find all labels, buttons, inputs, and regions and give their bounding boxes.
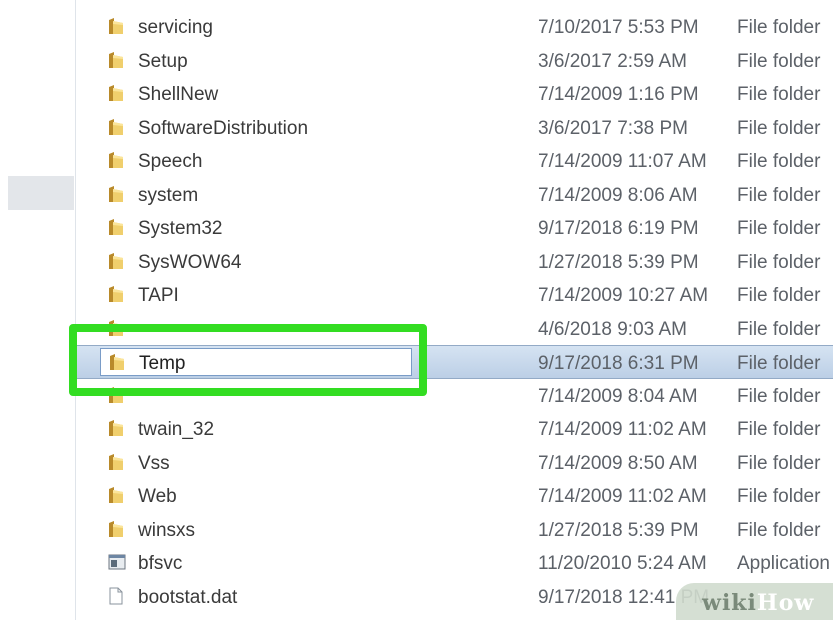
file-date-modified: 9/17/2018 6:19 PM [538,218,699,239]
file-date-modified: 7/14/2009 8:06 AM [538,184,698,206]
file-row[interactable]: TAPI 7/14/2009 10:27 AM File folder [76,278,833,312]
folder-icon [108,51,124,69]
file-name: system [138,184,199,206]
file-date-modified: 7/14/2009 11:02 AM [538,419,707,440]
file-type: File folder [737,251,821,273]
file-date-modified: 7/14/2009 8:04 AM [538,385,698,407]
folder-icon [108,453,124,471]
file-row[interactable]: twain_32 7/14/2009 11:02 AM File folder [76,412,833,446]
folder-icon [108,520,124,538]
file-name: Web [138,486,177,507]
file-type: File folder [737,285,821,306]
file-type: File folder [737,218,821,239]
navigation-pane[interactable] [0,0,76,620]
file-type: File folder [737,353,821,374]
file-type: File folder [737,318,821,340]
file-type: File folder [737,419,821,440]
file-name: TAPI [138,285,179,306]
folder-icon [108,486,124,504]
rename-field[interactable]: Temp [100,348,412,376]
folder-icon [108,285,124,303]
file-type: File folder [737,117,821,139]
folder-icon [108,185,124,203]
folder-icon [108,218,124,236]
file-type: File folder [737,519,821,541]
file-type: File folder [737,385,821,407]
file-type: File folder [737,151,821,172]
folder-icon [108,118,124,136]
navigation-selected-item[interactable] [8,176,74,210]
file-name: SysWOW64 [138,251,242,273]
folder-icon [108,419,124,437]
file-date-modified: 4/6/2018 9:03 AM [538,318,687,340]
file-name: twain_32 [138,419,215,440]
file-row[interactable]: system 7/14/2009 8:06 AM File folder [76,178,833,212]
file-row[interactable]: servicing 7/10/2017 5:53 PM File folder [76,10,833,44]
file-list: servicing 7/10/2017 5:53 PM File folder Set… [76,10,833,613]
file-type: Application [737,553,830,574]
file-date-modified: 11/20/2010 5:24 AM [538,553,707,574]
file-name: Speech [138,151,203,172]
file-name: Setup [138,50,188,72]
file-type: File folder [737,50,821,72]
file-date-modified: 7/14/2009 11:07 AM [538,151,707,172]
folder-icon [108,17,124,35]
file-type: File folder [737,452,821,474]
folder-icon [108,151,124,169]
file-row[interactable]: Web 7/14/2009 11:02 AM File folder [76,479,833,513]
file-type: File folder [737,84,821,105]
file-date-modified: 3/6/2017 7:38 PM [538,117,688,139]
file-icon [108,587,124,605]
wikihow-watermark: wikiHow [702,590,815,616]
file-name: servicing [138,17,213,38]
file-date-modified: 9/17/2018 6:31 PM [538,353,699,374]
file-date-modified: 7/14/2009 1:16 PM [538,84,699,105]
file-date-modified: 7/14/2009 10:27 AM [538,285,709,306]
file-name: ShellNew [138,84,219,105]
file-row[interactable]: 7/14/2009 8:04 AM File folder [76,379,833,413]
file-row[interactable]: Vss 7/14/2009 8:50 AM File folder [76,446,833,480]
folder-icon [108,252,124,270]
file-name: System32 [138,218,223,239]
file-date-modified: 1/27/2018 5:39 PM [538,519,699,541]
file-row[interactable]: ShellNew 7/14/2009 1:16 PM File folder [76,77,833,111]
folder-icon [108,386,124,404]
file-row[interactable]: 4/6/2018 9:03 AM File folder [76,312,833,346]
file-name: SoftwareDistribution [138,117,309,139]
file-date-modified: 7/14/2009 8:50 AM [538,452,698,474]
file-date-modified: 1/27/2018 5:39 PM [538,251,699,273]
file-date-modified: 7/14/2009 11:02 AM [538,486,707,507]
file-name: Temp [139,353,186,374]
file-name: Vss [138,452,170,474]
application-icon [108,553,126,571]
file-row[interactable]: SysWOW64 1/27/2018 5:39 PM File folder [76,245,833,279]
file-row[interactable]: System32 9/17/2018 6:19 PM File folder [76,211,833,245]
file-type: File folder [737,17,821,38]
file-type: File folder [737,486,821,507]
file-row[interactable]: bfsvc 11/20/2010 5:24 AM Application [76,546,833,580]
file-name: bfsvc [138,553,183,574]
file-date-modified: 7/10/2017 5:53 PM [538,17,699,38]
folder-icon [108,84,124,102]
file-row-selected[interactable]: Temp 9/17/2018 6:31 PM File folder [76,345,833,379]
file-row[interactable]: SoftwareDistribution 3/6/2017 7:38 PM File… [76,111,833,145]
folder-icon [109,353,125,371]
file-name: winsxs [138,519,196,541]
file-row[interactable]: winsxs 1/27/2018 5:39 PM File folder [76,513,833,547]
file-row[interactable]: Speech 7/14/2009 11:07 AM File folder [76,144,833,178]
folder-icon [108,319,124,337]
file-type: File folder [737,184,821,206]
file-date-modified: 3/6/2017 2:59 AM [538,50,687,72]
file-row[interactable]: Setup 3/6/2017 2:59 AM File folder [76,44,833,78]
file-name: bootstat.dat [138,586,238,608]
